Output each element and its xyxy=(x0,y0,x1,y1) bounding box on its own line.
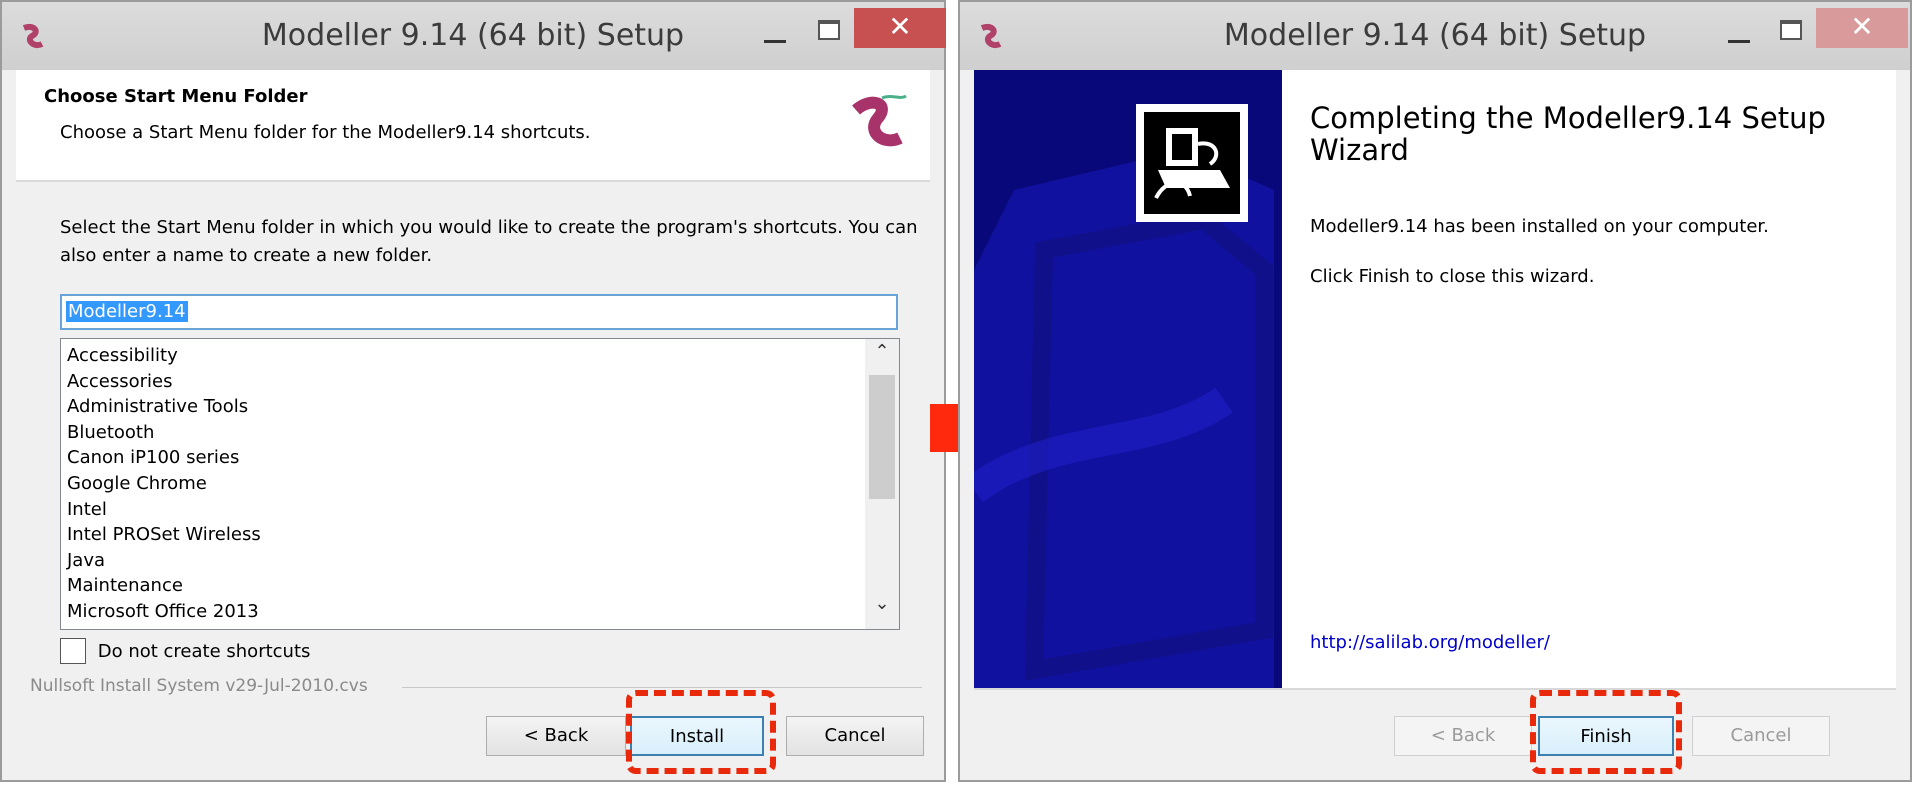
title-bar[interactable]: Modeller 9.14 (64 bit) Setup ✕ xyxy=(2,2,946,70)
completion-heading: Completing the Modeller9.14 Setup Wizard xyxy=(1310,101,1826,167)
list-item[interactable]: Maintenance xyxy=(67,573,899,599)
no-shortcuts-label[interactable]: Do not create shortcuts xyxy=(98,641,311,662)
no-shortcuts-checkbox[interactable] xyxy=(60,638,86,664)
back-button[interactable]: < Back xyxy=(486,716,626,756)
installed-message: Modeller9.14 has been installed on your … xyxy=(1310,216,1769,237)
folder-input-value[interactable]: Modeller9.14 xyxy=(66,301,188,322)
finish-highlight xyxy=(1530,690,1682,774)
page-header: Choose Start Menu Folder Choose a Start … xyxy=(16,70,930,182)
list-item[interactable]: Accessories xyxy=(67,369,899,395)
modeller-website-link[interactable]: http://salilab.org/modeller/ xyxy=(1310,632,1550,653)
window-title: Modeller 9.14 (64 bit) Setup xyxy=(261,18,685,53)
nsis-branding: Nullsoft Install System v29-Jul-2010.cvs xyxy=(30,676,368,696)
close-button[interactable]: ✕ xyxy=(1816,8,1908,48)
list-item[interactable]: Intel xyxy=(67,497,899,523)
scroll-thumb[interactable] xyxy=(869,375,895,499)
scrollbar[interactable]: ⌃ ⌄ xyxy=(865,339,899,629)
page-subtitle: Choose a Start Menu folder for the Model… xyxy=(60,122,591,143)
instructions-text: Select the Start Menu folder in which yo… xyxy=(60,217,918,266)
close-button[interactable]: ✕ xyxy=(854,8,946,48)
list-item[interactable]: Accessibility xyxy=(67,343,899,369)
wizard-side-banner xyxy=(974,70,1282,689)
minimize-button[interactable] xyxy=(754,8,794,48)
page-title: Choose Start Menu Folder xyxy=(44,86,308,107)
list-item[interactable]: Intel PROSet Wireless xyxy=(67,522,899,548)
list-item[interactable]: Bluetooth xyxy=(67,420,899,446)
no-shortcuts-option[interactable]: Do not create shortcuts xyxy=(60,638,310,666)
list-item[interactable]: Java xyxy=(67,548,899,574)
divider xyxy=(402,687,922,688)
list-item[interactable]: Microsoft Office 2013 xyxy=(67,599,899,625)
divider xyxy=(974,688,1896,690)
scroll-up-icon[interactable]: ⌃ xyxy=(865,341,899,375)
scroll-down-icon[interactable]: ⌄ xyxy=(865,593,899,627)
installer-icon xyxy=(1136,104,1248,222)
window-title: Modeller 9.14 (64 bit) Setup xyxy=(1223,18,1647,53)
cancel-button[interactable]: Cancel xyxy=(786,716,924,756)
title-bar[interactable]: Modeller 9.14 (64 bit) Setup ✕ xyxy=(960,2,1910,70)
cancel-button[interactable]: Cancel xyxy=(1692,716,1830,756)
install-highlight xyxy=(626,690,776,774)
minimize-button[interactable] xyxy=(1718,8,1758,48)
maximize-button[interactable] xyxy=(1770,8,1810,48)
back-button[interactable]: < Back xyxy=(1394,716,1532,756)
modeller-logo-icon xyxy=(852,94,907,147)
setup-window-choose-folder: Modeller 9.14 (64 bit) Setup ✕ Choose St… xyxy=(0,0,946,782)
start-menu-folder-input[interactable]: Modeller9.14 xyxy=(60,294,898,330)
list-item[interactable]: Canon iP100 series xyxy=(67,445,899,471)
start-menu-folder-list[interactable]: Accessibility Accessories Administrative… xyxy=(60,338,900,630)
finish-instruction: Click Finish to close this wizard. xyxy=(1310,266,1595,287)
maximize-button[interactable] xyxy=(808,8,848,48)
list-item[interactable]: Google Chrome xyxy=(67,471,899,497)
setup-window-complete: Modeller 9.14 (64 bit) Setup ✕ Completin… xyxy=(958,0,1912,782)
list-item[interactable]: Administrative Tools xyxy=(67,394,899,420)
